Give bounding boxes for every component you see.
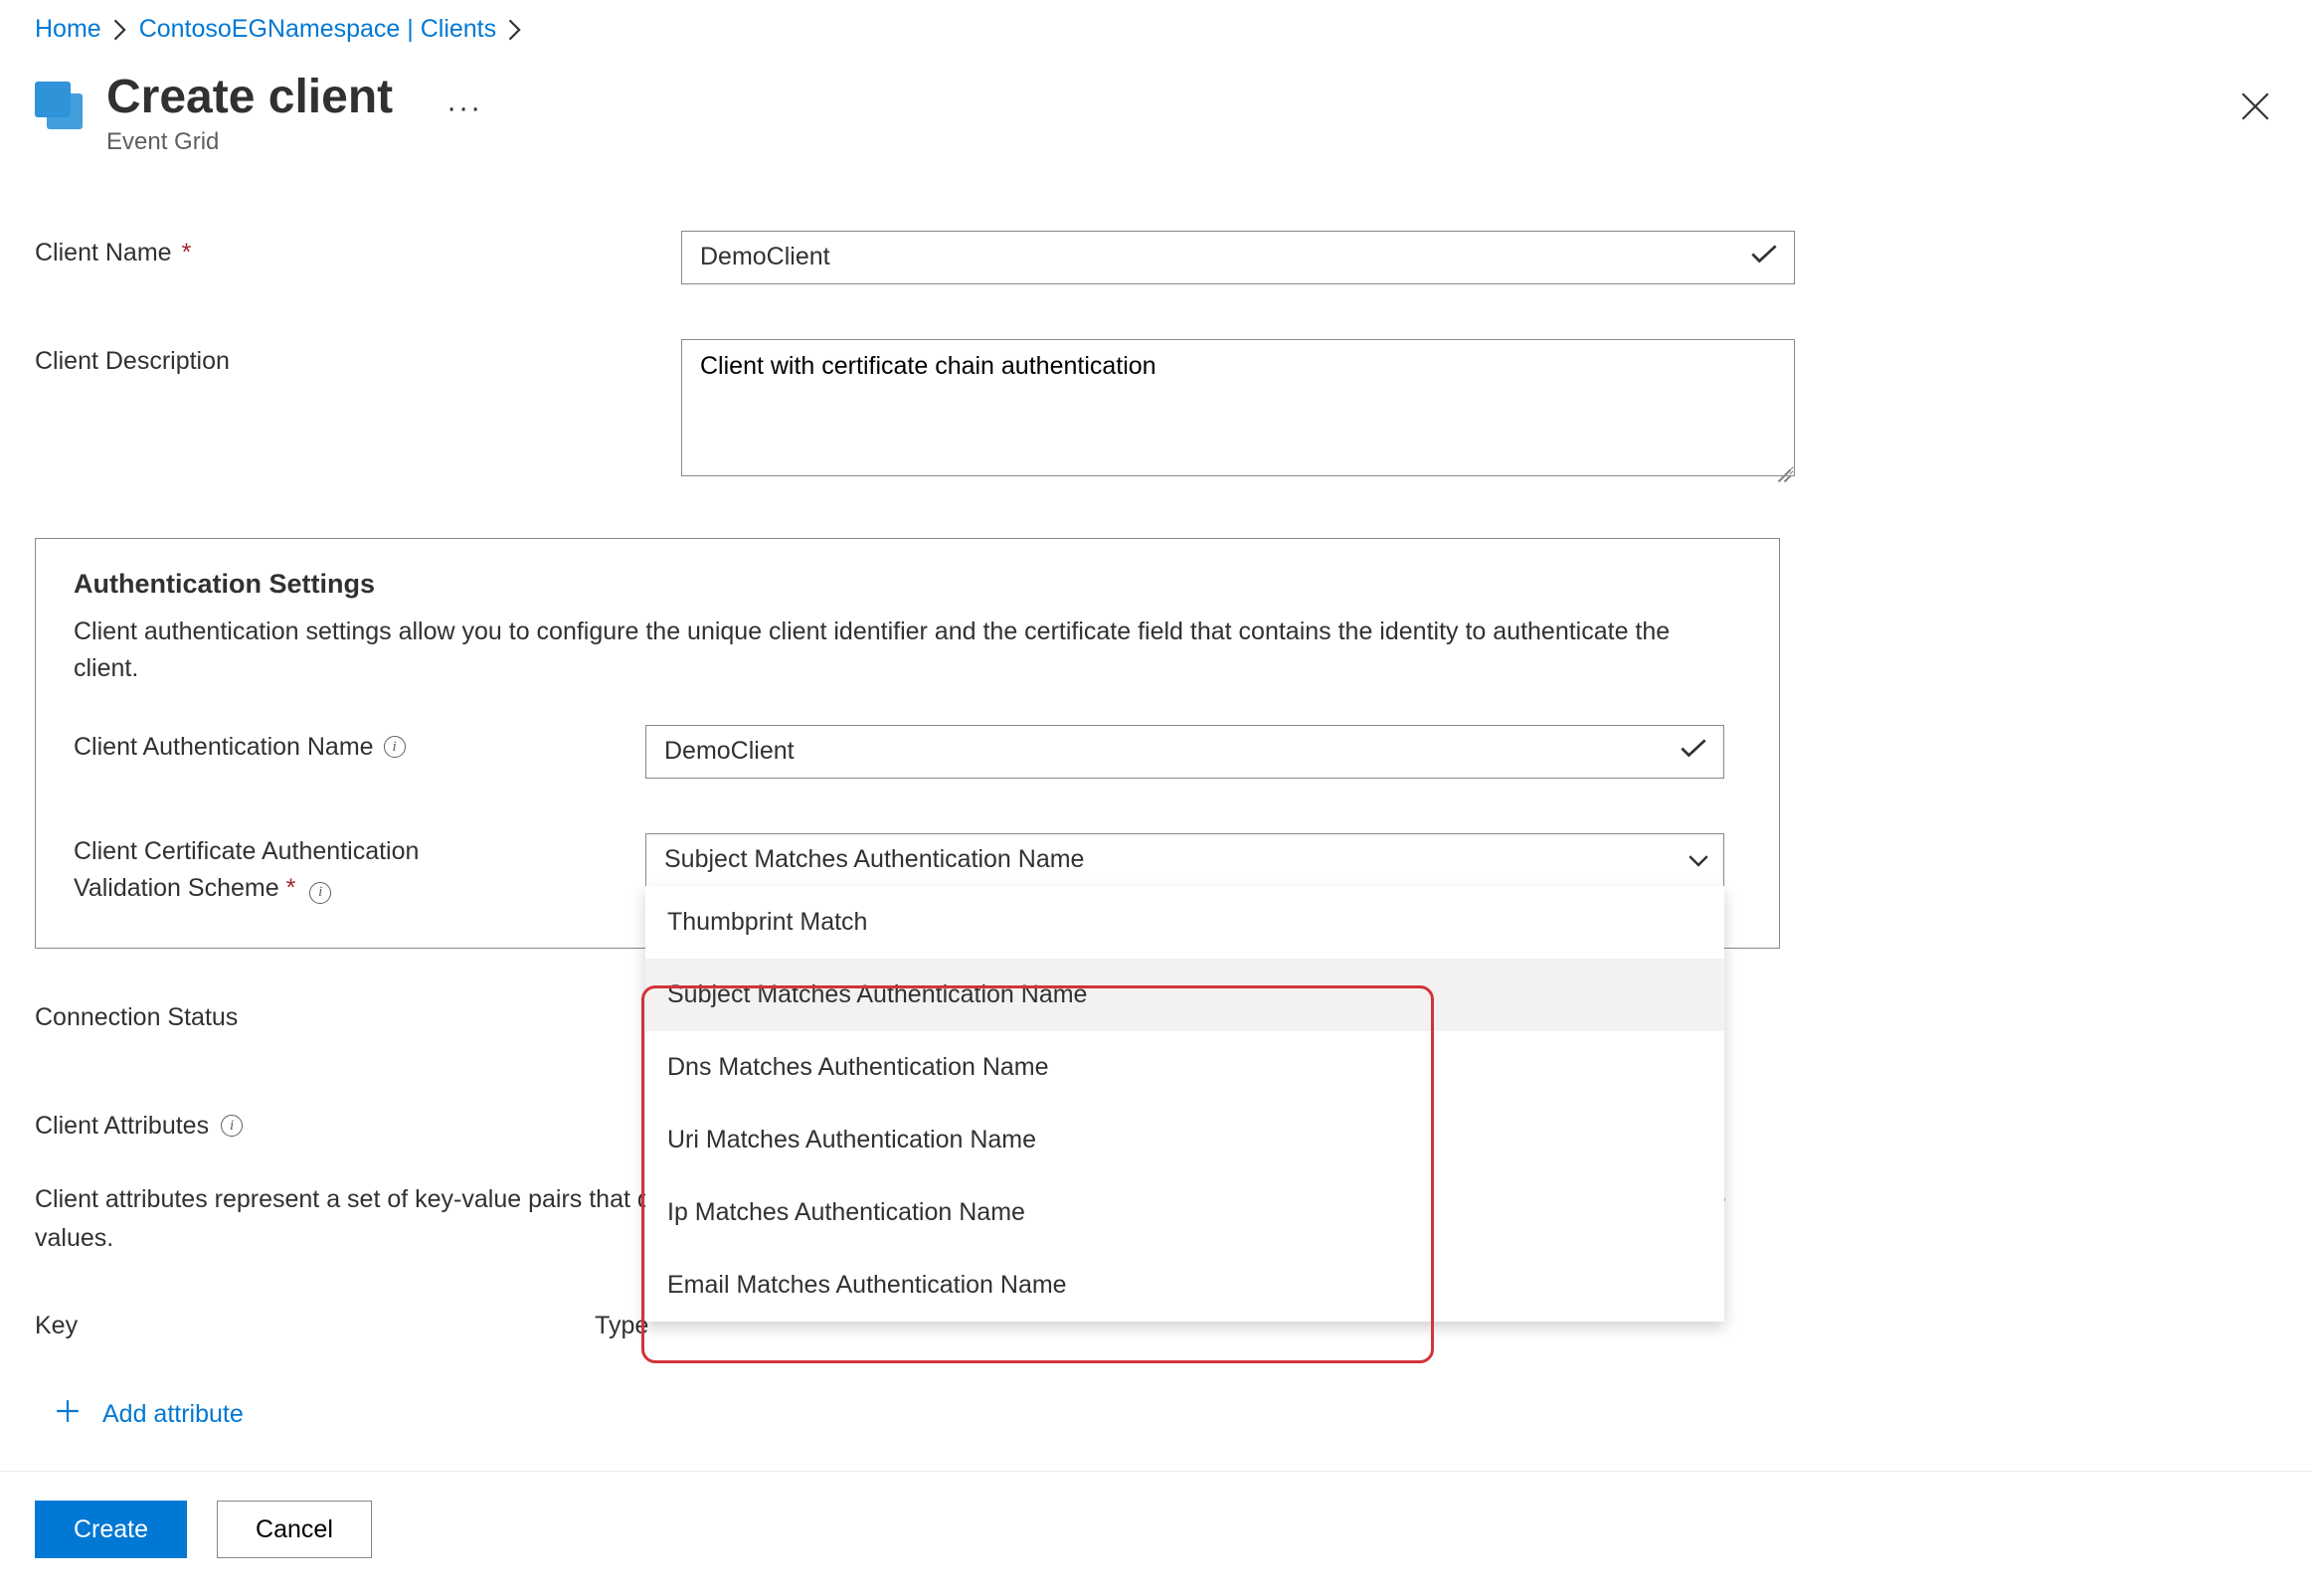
- validation-scheme-option[interactable]: Thumbprint Match: [645, 886, 1724, 959]
- validation-scheme-label: Client Certificate Authentication Valida…: [74, 833, 645, 908]
- more-actions-button[interactable]: ···: [446, 91, 482, 125]
- validation-scheme-option[interactable]: Dns Matches Authentication Name: [645, 1031, 1724, 1104]
- page-header: Create client Event Grid ···: [35, 72, 2277, 156]
- check-icon: [1680, 737, 1707, 766]
- chevron-right-icon: [113, 19, 127, 41]
- cancel-button[interactable]: Cancel: [217, 1501, 372, 1558]
- validation-scheme-option[interactable]: Subject Matches Authentication Name: [645, 959, 1724, 1031]
- close-button[interactable]: [2238, 89, 2272, 130]
- client-name-label: Client Name *: [35, 231, 681, 267]
- auth-section-desc: Client authentication settings allow you…: [74, 614, 1741, 687]
- validation-scheme-select[interactable]: Subject Matches Authentication Name: [645, 833, 1724, 887]
- info-icon[interactable]: i: [384, 736, 406, 758]
- auth-name-value: DemoClient: [664, 737, 795, 766]
- add-attribute-button[interactable]: Add attribute: [35, 1398, 2277, 1431]
- validation-scheme-option[interactable]: Uri Matches Authentication Name: [645, 1104, 1724, 1176]
- required-indicator: *: [182, 239, 192, 267]
- chevron-right-icon: [508, 19, 522, 41]
- auth-name-input[interactable]: DemoClient: [645, 725, 1724, 779]
- auth-name-label-text: Client Authentication Name: [74, 733, 374, 762]
- page-subtitle: Event Grid: [106, 128, 393, 156]
- validation-scheme-option[interactable]: Email Matches Authentication Name: [645, 1249, 1724, 1322]
- auth-name-label: Client Authentication Name i: [74, 725, 645, 762]
- client-name-input[interactable]: DemoClient: [681, 231, 1795, 284]
- info-icon[interactable]: i: [309, 882, 331, 904]
- breadcrumb-home[interactable]: Home: [35, 15, 101, 44]
- resource-icon: [35, 82, 83, 129]
- validation-scheme-dropdown[interactable]: Thumbprint MatchSubject Matches Authenti…: [645, 886, 1724, 1322]
- footer-actions: Create Cancel: [35, 1501, 372, 1558]
- validation-scheme-label-l1: Client Certificate Authentication: [74, 833, 645, 871]
- client-desc-input[interactable]: [681, 339, 1795, 476]
- page-title: Create client: [106, 72, 393, 124]
- client-name-label-text: Client Name: [35, 239, 172, 267]
- client-desc-label: Client Description: [35, 339, 681, 376]
- key-column-header: Key: [35, 1312, 78, 1340]
- breadcrumb-namespace[interactable]: ContosoEGNamespace | Clients: [139, 15, 496, 44]
- client-name-value: DemoClient: [700, 243, 830, 271]
- create-button[interactable]: Create: [35, 1501, 187, 1558]
- required-indicator: *: [286, 874, 296, 902]
- breadcrumb: Home ContosoEGNamespace | Clients: [35, 15, 2277, 44]
- footer-divider: [0, 1471, 2312, 1472]
- validation-scheme-selected: Subject Matches Authentication Name: [664, 845, 1084, 874]
- validation-scheme-option[interactable]: Ip Matches Authentication Name: [645, 1176, 1724, 1249]
- validation-scheme-label-l2: Validation Scheme: [74, 874, 279, 902]
- chevron-down-icon: [1688, 845, 1709, 874]
- authentication-settings-section: Authentication Settings Client authentic…: [35, 538, 1780, 949]
- info-icon[interactable]: i: [221, 1115, 243, 1137]
- plus-icon: [55, 1398, 81, 1431]
- client-desc-label-text: Client Description: [35, 347, 230, 376]
- type-column-header: Type: [595, 1312, 648, 1340]
- auth-section-title: Authentication Settings: [74, 569, 1741, 600]
- add-attribute-label: Add attribute: [102, 1400, 244, 1429]
- check-icon: [1750, 243, 1778, 271]
